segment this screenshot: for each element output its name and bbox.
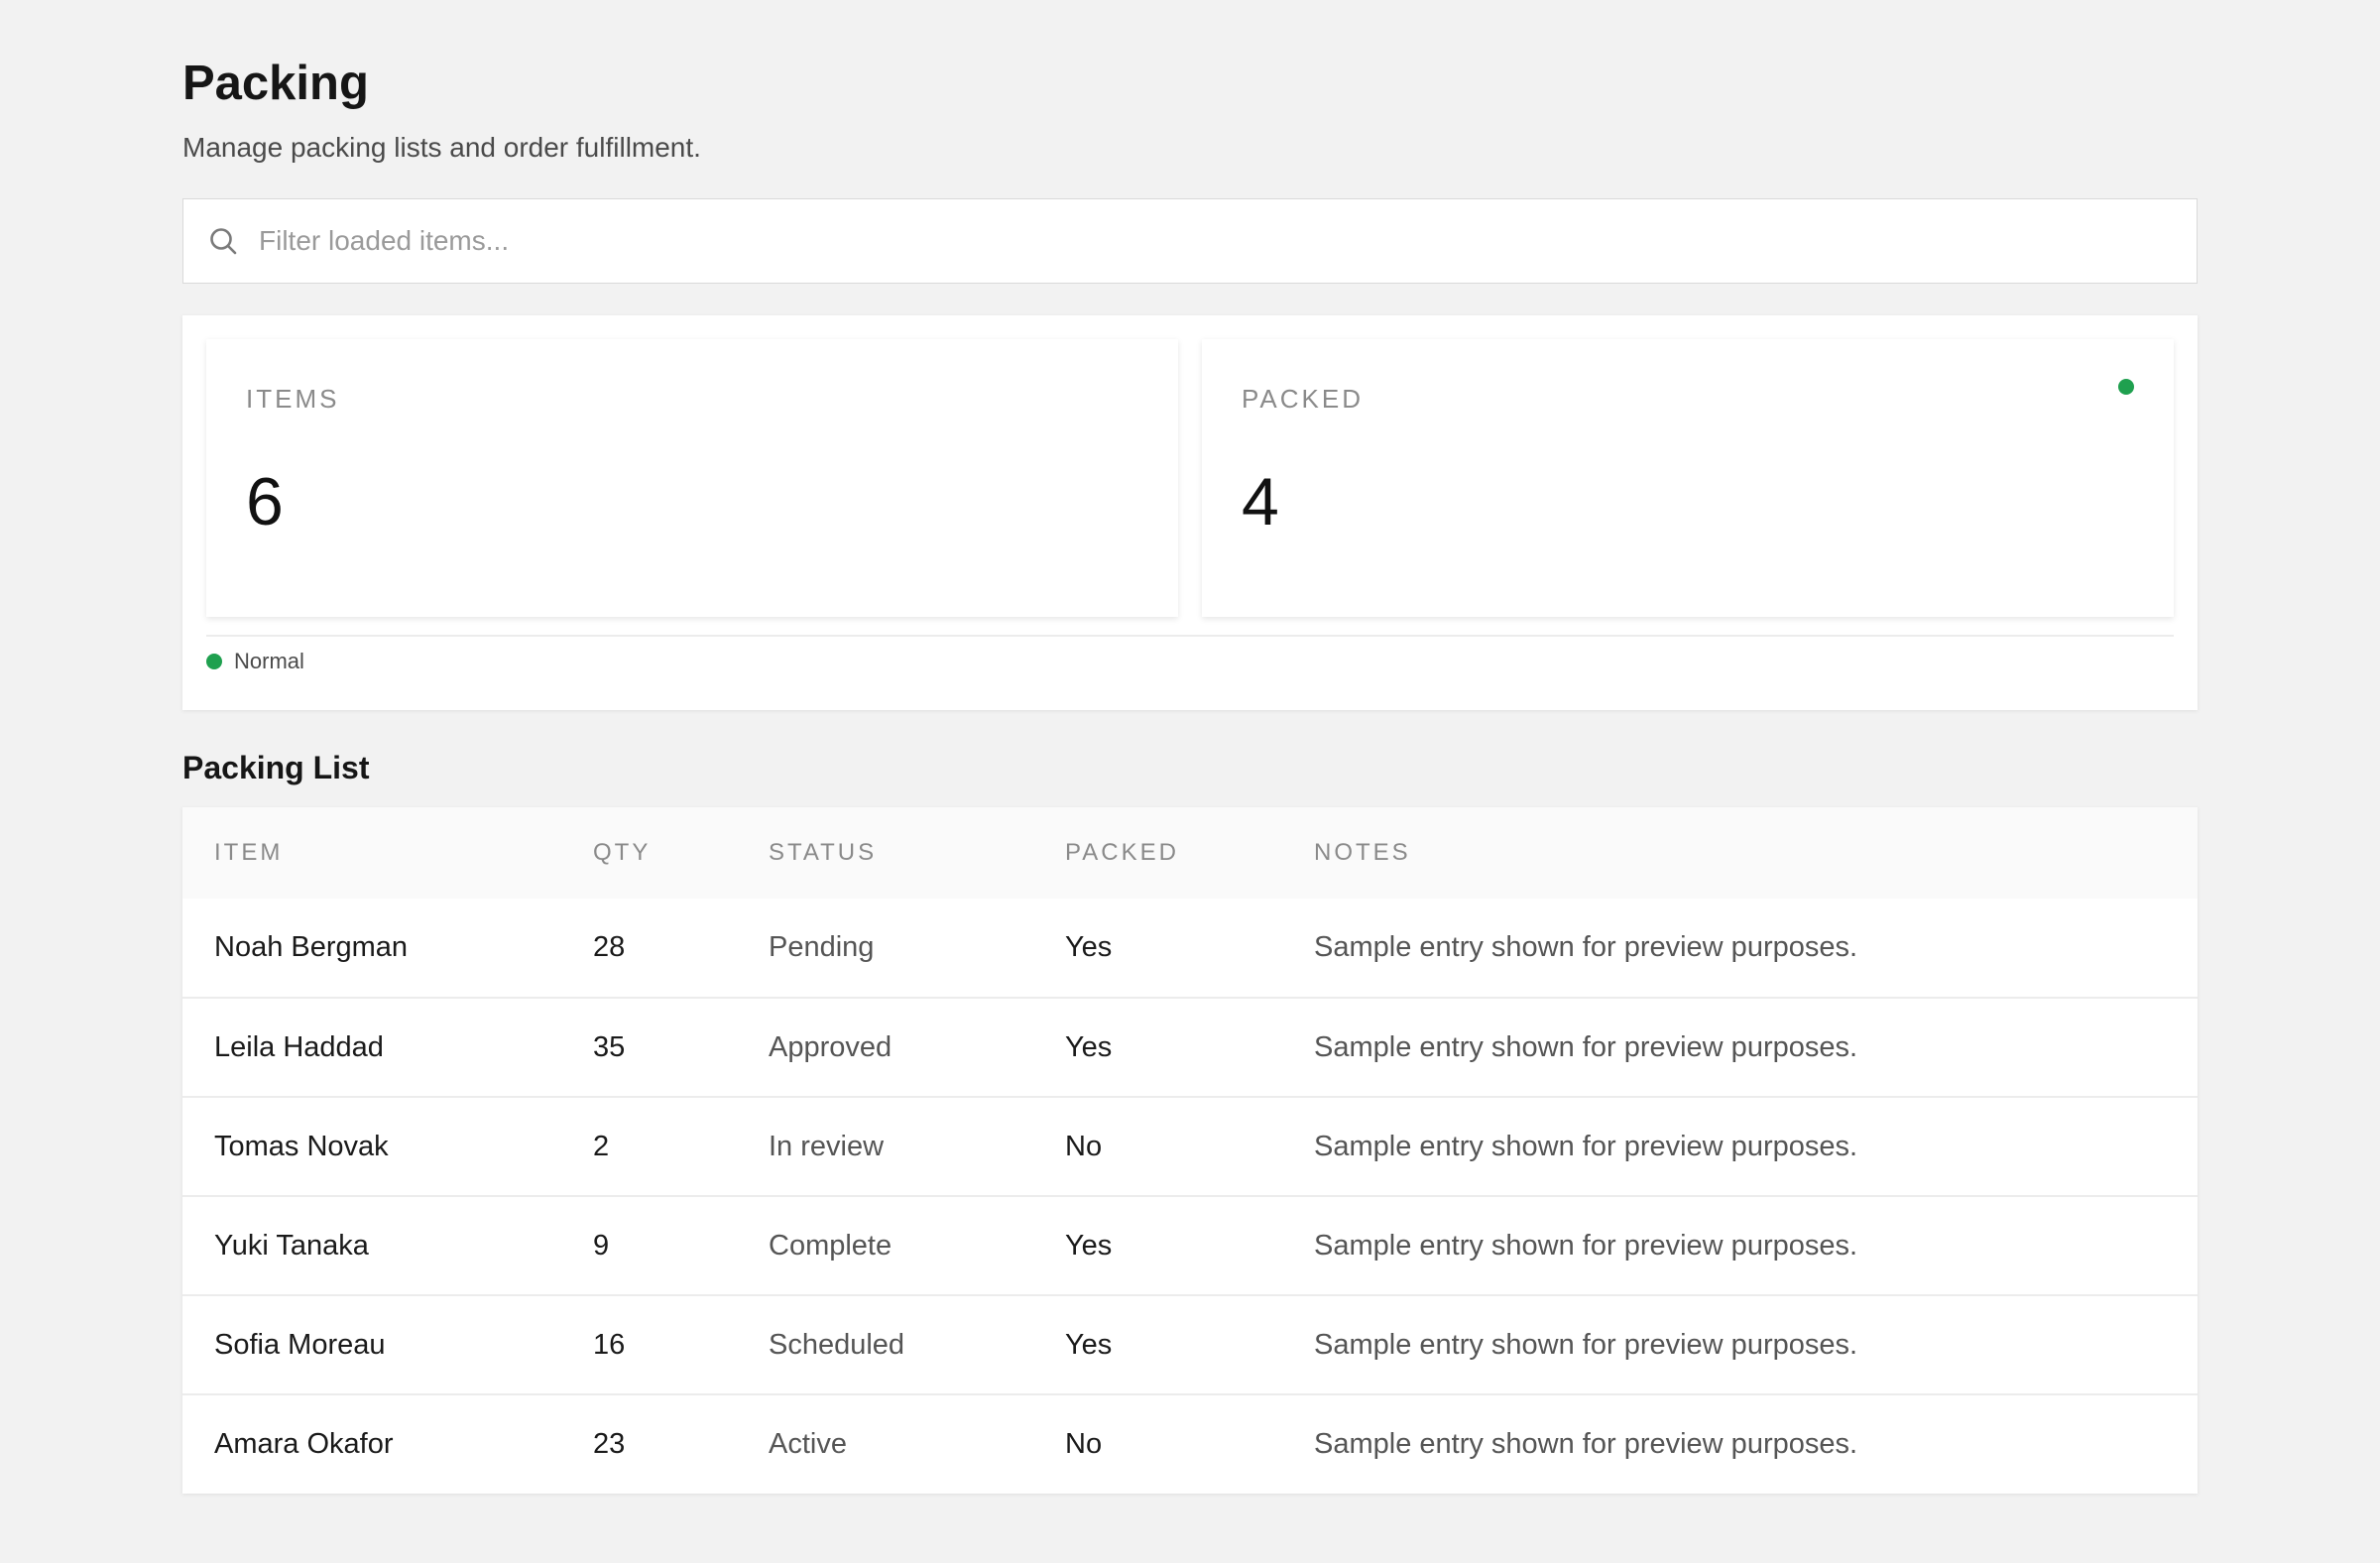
search-input[interactable] [259, 211, 2197, 271]
cell-item: Noah Bergman [214, 931, 409, 963]
stat-card-items: ITEMS 6 [206, 339, 1178, 617]
stat-card-packed: PACKED 4 [1202, 339, 2174, 617]
cell-item: Sofia Moreau [214, 1328, 386, 1361]
cell-packed: Yes [1065, 931, 1113, 963]
page-title: Packing [182, 57, 369, 110]
cell-packed: Yes [1065, 1030, 1113, 1063]
stat-card-label: PACKED [1242, 384, 1364, 414]
cell-packed: No [1065, 1130, 1103, 1162]
cell-packed: Yes [1065, 1328, 1113, 1361]
column-header-status[interactable]: STATUS [737, 807, 1033, 899]
packing-list-table: ITEM QTY STATUS PACKED NOTES Noah Bergma… [182, 807, 2198, 1494]
search-icon [210, 228, 237, 255]
section-title: Packing List [182, 750, 370, 785]
cell-qty: 23 [593, 1428, 626, 1460]
packing-table: ITEM QTY STATUS PACKED NOTES Noah Bergma… [182, 807, 2198, 1494]
cell-item: Yuki Tanaka [214, 1229, 369, 1262]
cell-status: Approved [769, 1030, 892, 1063]
cell-status: In review [769, 1130, 885, 1162]
cell-status: Pending [769, 931, 875, 963]
cell-packed: Yes [1065, 1229, 1113, 1262]
cell-packed: No [1065, 1428, 1103, 1460]
table-row[interactable]: Yuki Tanaka 9 Complete Yes Sample entry … [182, 1196, 2198, 1295]
cell-status: Scheduled [769, 1328, 905, 1361]
column-header-packed[interactable]: PACKED [1033, 807, 1282, 899]
cell-notes: Sample entry shown for preview purposes. [1314, 1030, 1858, 1063]
stat-card-label: ITEMS [246, 384, 340, 414]
cell-status: Complete [769, 1229, 892, 1262]
page-subtitle: Manage packing lists and order fulfillme… [182, 132, 701, 163]
cell-qty: 28 [593, 931, 626, 963]
column-header-qty[interactable]: QTY [561, 807, 737, 899]
cell-item: Amara Okafor [214, 1428, 394, 1460]
cell-qty: 9 [593, 1229, 610, 1262]
table-row[interactable]: Amara Okafor 23 Active No Sample entry s… [182, 1394, 2198, 1494]
cell-qty: 2 [593, 1130, 610, 1162]
status-row: Normal [206, 637, 2174, 686]
cell-item: Tomas Novak [214, 1130, 389, 1162]
table-header-row: ITEM QTY STATUS PACKED NOTES [182, 807, 2198, 899]
cell-notes: Sample entry shown for preview purposes. [1314, 1328, 1858, 1361]
cell-qty: 35 [593, 1030, 626, 1063]
table-row[interactable]: Sofia Moreau 16 Scheduled Yes Sample ent… [182, 1295, 2198, 1394]
column-header-notes[interactable]: NOTES [1282, 807, 2198, 899]
table-row[interactable]: Leila Haddad 35 Approved Yes Sample entr… [182, 998, 2198, 1097]
cell-qty: 16 [593, 1328, 626, 1361]
cell-notes: Sample entry shown for preview purposes. [1314, 1130, 1858, 1162]
cell-notes: Sample entry shown for preview purposes. [1314, 1428, 1858, 1460]
cell-notes: Sample entry shown for preview purposes. [1314, 1229, 1858, 1262]
stat-cards: ITEMS 6 PACKED 4 [206, 339, 2174, 617]
table-row[interactable]: Noah Bergman 28 Pending Yes Sample entry… [182, 899, 2198, 998]
status-indicator-dot [2118, 379, 2134, 395]
cell-notes: Sample entry shown for preview purposes. [1314, 931, 1858, 963]
table-row[interactable]: Tomas Novak 2 In review No Sample entry … [182, 1097, 2198, 1196]
cell-item: Leila Haddad [214, 1030, 384, 1063]
status-dot [206, 654, 222, 669]
cell-status: Active [769, 1428, 847, 1460]
stat-card-value: 6 [246, 464, 284, 540]
packing-page: Packing Manage packing lists and order f… [182, 56, 2198, 1494]
status-text: Normal [234, 649, 304, 673]
search-bar[interactable] [182, 198, 2198, 284]
column-header-item[interactable]: ITEM [182, 807, 561, 899]
stats-panel: ITEMS 6 PACKED 4 Normal [182, 315, 2198, 710]
stat-card-value: 4 [1242, 464, 1279, 540]
